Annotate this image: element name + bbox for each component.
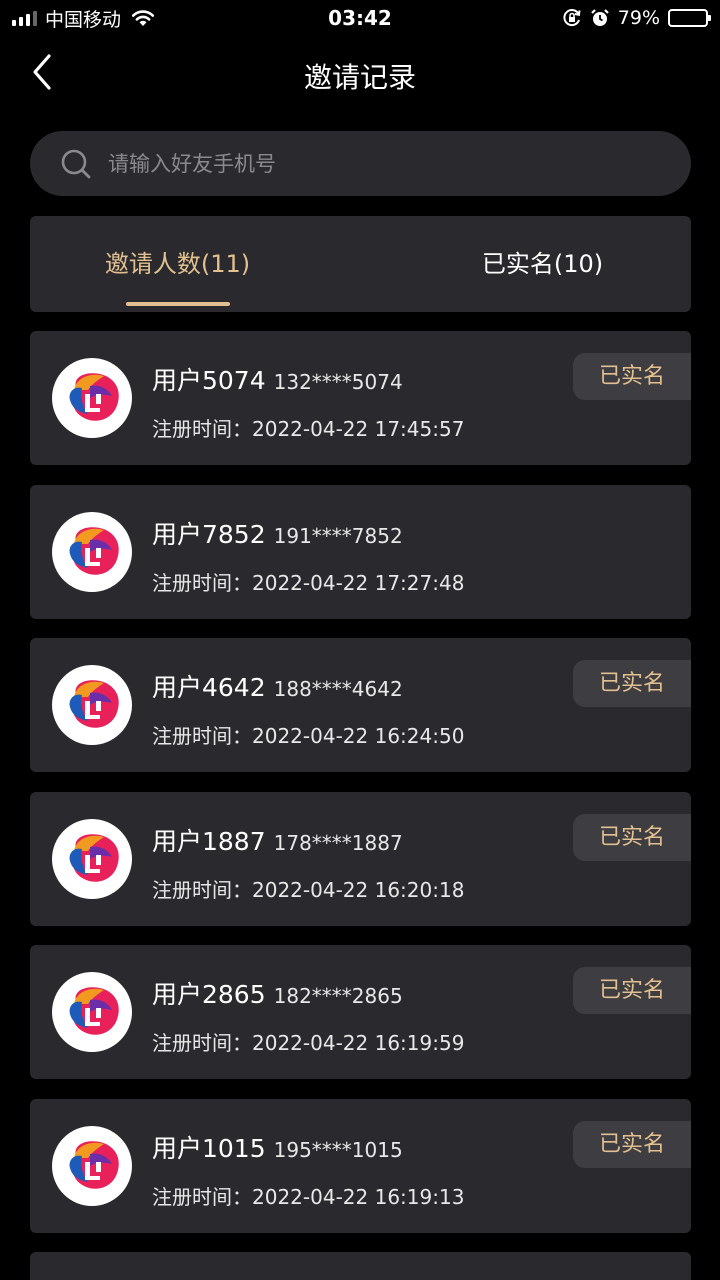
- register-time: 2022-04-22 16:19:13: [252, 1184, 465, 1209]
- record-card[interactable]: 用户7852 191****7852 注册时间：2022-04-22 17:27:4…: [30, 484, 691, 619]
- battery-icon: [668, 9, 711, 27]
- register-time-line: 注册时间：2022-04-22 16:24:50: [152, 720, 464, 749]
- user-name-line: 用户5074 132****5074: [152, 361, 403, 397]
- user-name: 用户2865: [152, 980, 266, 1009]
- app-logo-icon: [69, 1140, 119, 1189]
- register-time-line: 注册时间：2022-04-22 16:19:13: [152, 1181, 464, 1210]
- register-time-line: 注册时间：2022-04-22 16:19:59: [152, 1027, 464, 1056]
- user-name-line: 用户1887 178****1887: [152, 822, 403, 858]
- invite-record-list: 用户5074 132****5074 注册时间：2022-04-22 17:45:5…: [30, 331, 691, 1280]
- record-card[interactable]: 用户1887 178****1887 注册时间：2022-04-22 16:20:1…: [30, 791, 691, 926]
- user-name-line: 用户7852 191****7852: [152, 515, 403, 551]
- verified-badge: 已实名: [573, 1120, 691, 1168]
- avatar: [52, 665, 132, 745]
- user-name: 用户1015: [152, 1133, 266, 1163]
- user-phone: 132****5074: [273, 370, 403, 394]
- app-logo-icon: [69, 373, 119, 421]
- verified-badge: 已实名: [573, 353, 691, 400]
- user-name: 用户5074: [152, 366, 266, 395]
- avatar: [52, 511, 132, 592]
- page-title: 邀请记录: [303, 61, 416, 94]
- register-time: 2022-04-22 16:24:50: [252, 724, 465, 748]
- register-time-line: 注册时间：2022-04-22 17:27:48: [152, 567, 464, 596]
- invite-records-screen: 中国移动 03:42 79% 邀请记录 请输入好友手机号 邀请人数(11) 已实…: [0, 0, 720, 1280]
- user-name: 用户1887: [152, 826, 266, 856]
- register-time-label: 注册时间：: [152, 1184, 252, 1209]
- avatar: [52, 1125, 132, 1206]
- app-logo-icon: [69, 987, 119, 1035]
- user-phone: 178****1887: [273, 830, 403, 855]
- alarm-icon: [590, 9, 609, 26]
- register-time-line: 注册时间：2022-04-22 16:20:18: [152, 874, 464, 903]
- record-card[interactable]: 用户1015 195****1015 注册时间：2022-04-22 16:19:1…: [30, 1098, 691, 1233]
- register-time-label: 注册时间：: [152, 877, 252, 902]
- nav-bar: 邀请记录: [0, 36, 720, 112]
- register-time-label: 注册时间：: [152, 1031, 252, 1055]
- user-name-line: 用户1015 195****1015: [152, 1129, 403, 1165]
- user-phone: 188****4642: [273, 677, 403, 701]
- orientation-lock-icon: [563, 9, 581, 27]
- avatar: [52, 818, 132, 899]
- user-name: 用户4642: [152, 673, 266, 702]
- avatar: [52, 358, 132, 438]
- user-name-line: 用户4642 188****4642: [152, 668, 403, 704]
- status-bar: 中国移动 03:42 79%: [0, 0, 720, 36]
- verified-badge: 已实名: [573, 660, 691, 707]
- app-logo-icon: [69, 680, 119, 728]
- search-input[interactable]: [108, 141, 668, 186]
- register-time: 2022-04-22 16:19:59: [252, 1031, 465, 1055]
- user-phone: 182****2865: [273, 984, 403, 1008]
- register-time-label: 注册时间：: [152, 724, 252, 748]
- avatar: [52, 972, 132, 1052]
- active-tab-indicator: [126, 302, 230, 306]
- search-bar[interactable]: [30, 131, 691, 196]
- user-name: 用户7852: [152, 519, 266, 549]
- app-logo-icon: [69, 833, 119, 882]
- register-time-line: 注册时间：2022-04-22 17:45:57: [152, 413, 464, 442]
- user-phone: 191****7852: [273, 523, 403, 548]
- user-name-line: 用户2865 182****2865: [152, 975, 403, 1011]
- record-card[interactable]: 用户5074 132****5074 注册时间：2022-04-22 17:45:5…: [30, 331, 691, 465]
- verified-badge: 已实名: [573, 967, 691, 1014]
- register-time: 2022-04-22 16:20:18: [252, 877, 465, 902]
- record-card[interactable]: 用户2865 182****2865 注册时间：2022-04-22 16:19:5…: [30, 945, 691, 1079]
- status-bar-right: 79%: [562, 6, 711, 30]
- register-time: 2022-04-22 17:45:57: [252, 417, 465, 441]
- register-time: 2022-04-22 17:27:48: [252, 570, 465, 595]
- tab-verified[interactable]: 已实名(10): [435, 216, 650, 312]
- record-card[interactable]: 用户4642 188****4642 注册时间：2022-04-22 16:24:5…: [30, 638, 691, 772]
- user-phone: 195****1015: [273, 1137, 403, 1162]
- battery-percent: 79%: [617, 7, 660, 29]
- record-card-partial[interactable]: [30, 1252, 691, 1280]
- register-time-label: 注册时间：: [152, 417, 252, 441]
- register-time-label: 注册时间：: [152, 570, 252, 595]
- app-logo-icon: [69, 526, 119, 575]
- search-icon: [61, 149, 91, 179]
- tab-invite-count[interactable]: 邀请人数(11): [70, 216, 285, 312]
- verified-badge: 已实名: [573, 813, 691, 861]
- tabs-bar: 邀请人数(11) 已实名(10): [30, 216, 691, 312]
